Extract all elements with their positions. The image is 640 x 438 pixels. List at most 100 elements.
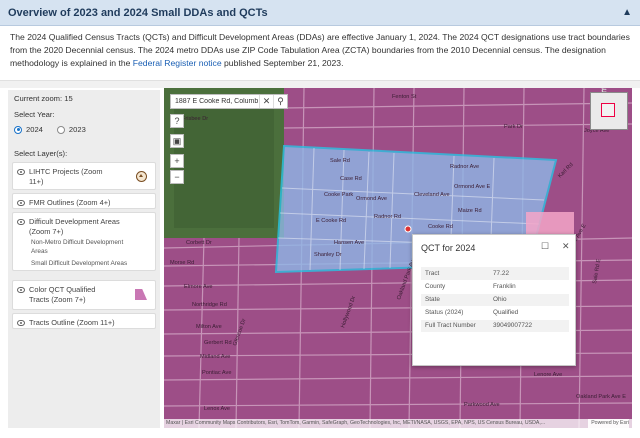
popup-attribute-table: Tract 77.22 County Franklin State Ohio Stat… — [421, 267, 569, 333]
zoom-in-icon[interactable]: + — [170, 154, 184, 168]
street-label: Oakland Park Ave E — [576, 394, 626, 400]
attr-value: Qualified — [489, 306, 569, 320]
street-label: Parkwood Ave — [464, 402, 500, 408]
federal-register-link[interactable]: Federal Register notice — [133, 58, 222, 68]
table-row: Tract 77.22 — [421, 267, 569, 281]
street-label: Case Rd — [340, 176, 362, 182]
street-label: Shanley Dr — [314, 252, 342, 258]
fullscreen-icon[interactable]: ▣ — [170, 134, 184, 148]
location-pin-icon[interactable] — [404, 225, 412, 233]
qct-popup[interactable]: QCT for 2024 ☐ ✕ Tract 77.22 County Frankl… — [412, 234, 576, 366]
year-label-2024: 2024 — [26, 125, 43, 134]
attr-label: County — [421, 280, 489, 294]
layer-label: Tracts Outline (Zoom 11+) — [29, 318, 115, 327]
panel-title: Overview of 2023 and 2024 Small DDAs and… — [8, 6, 268, 19]
eye-icon[interactable] — [17, 287, 25, 293]
layer-label: Color QCT Qualified Tracts (Zoom 7+) — [29, 285, 96, 304]
search-icon[interactable]: ⚲ — [273, 95, 287, 108]
attr-label: State — [421, 293, 489, 307]
street-label: Park Dr — [504, 124, 523, 130]
address-search[interactable]: 1887 E Cooke Rd, Columb ✕ ⚲ — [170, 94, 288, 109]
street-label: Maize Rd — [458, 208, 482, 214]
wooded-area — [174, 108, 274, 228]
map-view[interactable]: Fenton St Frisbee Dr Sale Rd Case Rd Ormond … — [164, 88, 632, 428]
non-metro-dda-label: Non-Metro Difficult Development Areas — [31, 239, 124, 255]
layer-color-qct[interactable]: Color QCT Qualified Tracts (Zoom 7+) — [12, 280, 156, 310]
attr-label: Tract — [421, 267, 489, 281]
divider — [0, 80, 640, 88]
street-label: Ormond Ave E — [454, 184, 491, 190]
year-radio-group: 2024 2023 — [14, 125, 86, 134]
street-label: Midland Ave — [200, 354, 230, 360]
powered-by-esri[interactable]: Powered by Esri — [588, 419, 629, 428]
attribution-text: Maxar | Esri Community Maps Contributors… — [166, 420, 546, 426]
select-year-label: Select Year: — [14, 110, 55, 119]
current-zoom-label: Current zoom: — [14, 94, 63, 103]
current-zoom: Current zoom: 15 — [14, 94, 73, 103]
street-label: Cleveland Ave — [414, 192, 450, 198]
street-label: Cooke Park — [324, 192, 353, 198]
street-label: Corbett Dr — [186, 240, 212, 246]
map-attribution: Maxar | Esri Community Maps Contributors… — [164, 419, 632, 428]
street-label: Frisbee Dr — [182, 116, 208, 122]
year-radio-2023[interactable]: 2023 — [56, 125, 86, 134]
help-icon[interactable]: ? — [170, 114, 184, 128]
layer-label: FMR Outlines (Zoom 4+) — [29, 198, 111, 207]
year-radio-2024[interactable]: 2024 — [14, 125, 43, 134]
street-label: Hansen Ave — [334, 240, 364, 246]
popup-title: QCT for 2024 — [421, 243, 476, 253]
attr-value: Franklin — [489, 280, 569, 294]
zoom-out-icon[interactable]: − — [170, 170, 184, 184]
house-icon — [136, 171, 147, 182]
attr-label: Status (2024) — [421, 306, 489, 320]
close-icon[interactable]: ✕ — [259, 95, 273, 108]
small-dda-label: Small Difficult Development Areas — [31, 260, 128, 267]
table-row: Full Tract Number 39049007722 — [421, 319, 569, 333]
layer-label: Difficult Development Areas (Zoom 7+) — [29, 217, 120, 236]
overview-extent — [601, 103, 615, 117]
layer-difficult-development-areas[interactable]: Difficult Development Areas (Zoom 7+) No… — [12, 212, 156, 271]
select-layers-label: Select Layer(s): — [14, 149, 68, 158]
radio-unselected-icon[interactable] — [56, 125, 65, 134]
year-label-2023: 2023 — [68, 125, 86, 134]
street-label: Northridge Rd — [192, 302, 227, 308]
attr-label: Full Tract Number — [421, 319, 489, 333]
street-label: Fenton St — [392, 94, 417, 100]
layer-lihtc-projects[interactable]: LIHTC Projects (Zoom 11+) — [12, 162, 156, 190]
close-icon[interactable]: ✕ — [562, 241, 570, 252]
street-label: Lenore Ave — [534, 372, 562, 378]
intro-suffix: published September 21, 2023. — [221, 58, 344, 68]
table-row: County Franklin — [421, 280, 569, 294]
street-label: Elmore Ave — [184, 284, 213, 290]
eye-icon[interactable] — [17, 169, 25, 175]
intro-paragraph: The 2024 Qualified Census Tracts (QCTs) … — [10, 31, 630, 70]
current-zoom-value: 15 — [64, 94, 73, 103]
street-label: Cooke Rd — [428, 224, 453, 230]
eye-icon[interactable] — [17, 219, 25, 225]
overview-map[interactable] — [590, 92, 628, 130]
eye-icon[interactable] — [17, 320, 25, 326]
street-label: Radnor Ave — [450, 164, 479, 170]
street-label: Lenox Ave — [204, 406, 230, 412]
highlighted-parcel — [526, 212, 574, 236]
street-label: Pontiac Ave — [202, 370, 231, 376]
street-label: Sale Rd — [330, 158, 350, 164]
dock-icon[interactable]: ☐ — [541, 241, 549, 252]
eye-icon[interactable] — [17, 200, 25, 206]
street-label: E Cooke Rd — [316, 218, 346, 224]
layer-label: LIHTC Projects (Zoom 11+) — [29, 167, 103, 186]
attr-value: 39049007722 — [489, 319, 569, 333]
street-label: Gerbert Rd — [204, 340, 232, 346]
search-input[interactable]: 1887 E Cooke Rd, Columb — [171, 98, 259, 105]
street-label: Radnor Rd — [374, 214, 401, 220]
panel-header[interactable]: Overview of 2023 and 2024 Small DDAs and… — [0, 0, 640, 26]
table-row: State Ohio — [421, 293, 569, 307]
layer-tracts-outline[interactable]: Tracts Outline (Zoom 11+) — [12, 313, 156, 329]
chevron-up-icon[interactable]: ▲ — [622, 7, 632, 18]
radio-selected-icon[interactable] — [14, 125, 22, 134]
street-label: Ormond Ave — [356, 196, 387, 202]
table-row: Status (2024) Qualified — [421, 306, 569, 320]
layer-fmr-outlines[interactable]: FMR Outlines (Zoom 4+) — [12, 193, 156, 209]
attr-value: Ohio — [489, 293, 569, 307]
layer-sidebar: Current zoom: 15 Select Year: 2024 2023 … — [8, 90, 160, 428]
